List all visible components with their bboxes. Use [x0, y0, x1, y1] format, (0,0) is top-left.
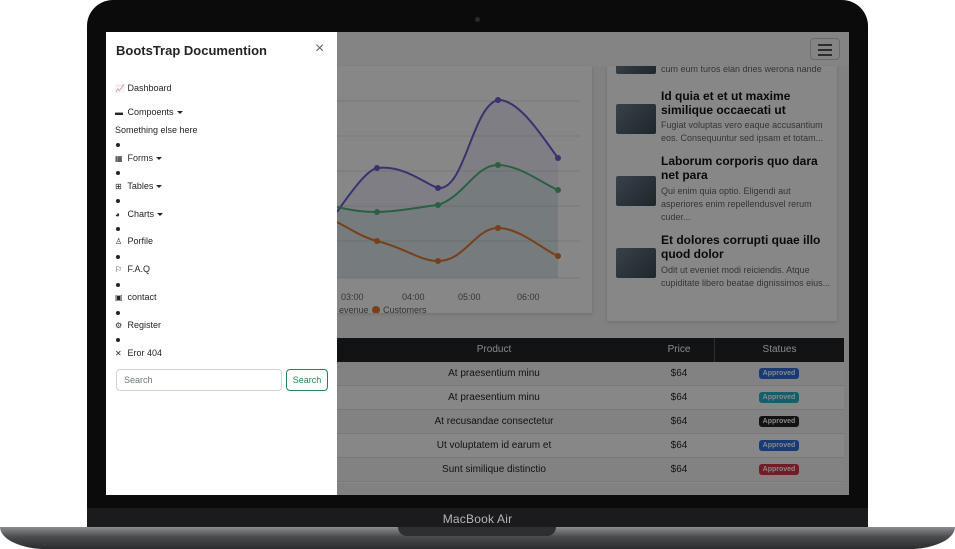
camera-dot	[475, 17, 480, 22]
table-icon: ⊞	[115, 182, 122, 191]
nav-forms-dropdown[interactable]: ▦ Forms	[115, 153, 163, 163]
nav-label: Eror 404	[127, 348, 163, 358]
nav-something-else[interactable]: Something else here	[115, 125, 198, 135]
nav-label: Porfile	[127, 236, 154, 246]
caret-down-icon	[176, 111, 183, 115]
flag-icon: ⚐	[115, 265, 123, 274]
list-bullet	[116, 338, 120, 342]
nav-label: F.A.Q	[127, 264, 151, 274]
nav-error-404[interactable]: ✕ Eror 404	[115, 348, 162, 358]
search-input[interactable]: Search	[116, 369, 282, 391]
search-button[interactable]: Search	[286, 369, 328, 391]
nav-label: Something else here	[115, 125, 198, 135]
gear-icon: ⚙	[115, 321, 123, 330]
list-bullet	[116, 283, 120, 287]
close-icon[interactable]: ×	[315, 40, 324, 58]
calendar-icon: ▦	[115, 154, 123, 163]
caret-down-icon	[157, 213, 164, 217]
person-icon: ♙	[115, 237, 123, 246]
nav-profile[interactable]: ♙ Porfile	[115, 236, 153, 246]
laptop-screen: 03:00 04:00 05:00 06:00 evenue Customers…	[106, 32, 849, 495]
nav-contact[interactable]: ▣ contact	[115, 292, 157, 302]
brand-label: MacBook Air	[442, 512, 513, 526]
nav-label: Forms	[127, 153, 154, 163]
nav-components-dropdown[interactable]: ▬ Compoents	[115, 107, 183, 117]
contact-card-icon: ▣	[115, 293, 123, 302]
laptop-notch	[398, 527, 556, 536]
chart-line-icon: 📈	[115, 84, 125, 93]
list-bullet	[116, 311, 120, 315]
caret-down-icon	[156, 185, 163, 189]
caret-down-icon	[156, 157, 163, 161]
list-bullet	[116, 199, 120, 203]
list-bullet	[116, 143, 120, 147]
nav-label: Charts	[127, 209, 155, 219]
list-bullet	[116, 227, 120, 231]
x-icon: ✕	[115, 349, 122, 358]
list-bullet	[116, 171, 120, 175]
pie-chart-icon: ◕	[115, 210, 120, 219]
server-icon: ▬	[115, 108, 123, 117]
nav-label: Register	[127, 320, 162, 330]
laptop-mockup: MacBook Air 03:00 04:00 05:00 06:00 even…	[0, 0, 955, 549]
nav-register[interactable]: ⚙ Register	[115, 320, 161, 330]
offcanvas-sidebar: BootsTrap Documention × 📈 Dashboard ▬ Co…	[106, 32, 337, 495]
nav-label: Tables	[127, 181, 154, 191]
nav-label: contact	[127, 292, 157, 302]
nav-charts-dropdown[interactable]: ◕ Charts	[115, 209, 164, 219]
nav-faq[interactable]: ⚐ F.A.Q	[115, 264, 150, 274]
offcanvas-title: BootsTrap Documention	[116, 43, 267, 58]
nav-tables-dropdown[interactable]: ⊞ Tables	[115, 181, 163, 191]
nav-label: Dashboard	[127, 83, 172, 93]
nav-label: Compoents	[127, 107, 174, 117]
list-bullet	[116, 255, 120, 259]
nav-dashboard[interactable]: 📈 Dashboard	[115, 83, 172, 93]
